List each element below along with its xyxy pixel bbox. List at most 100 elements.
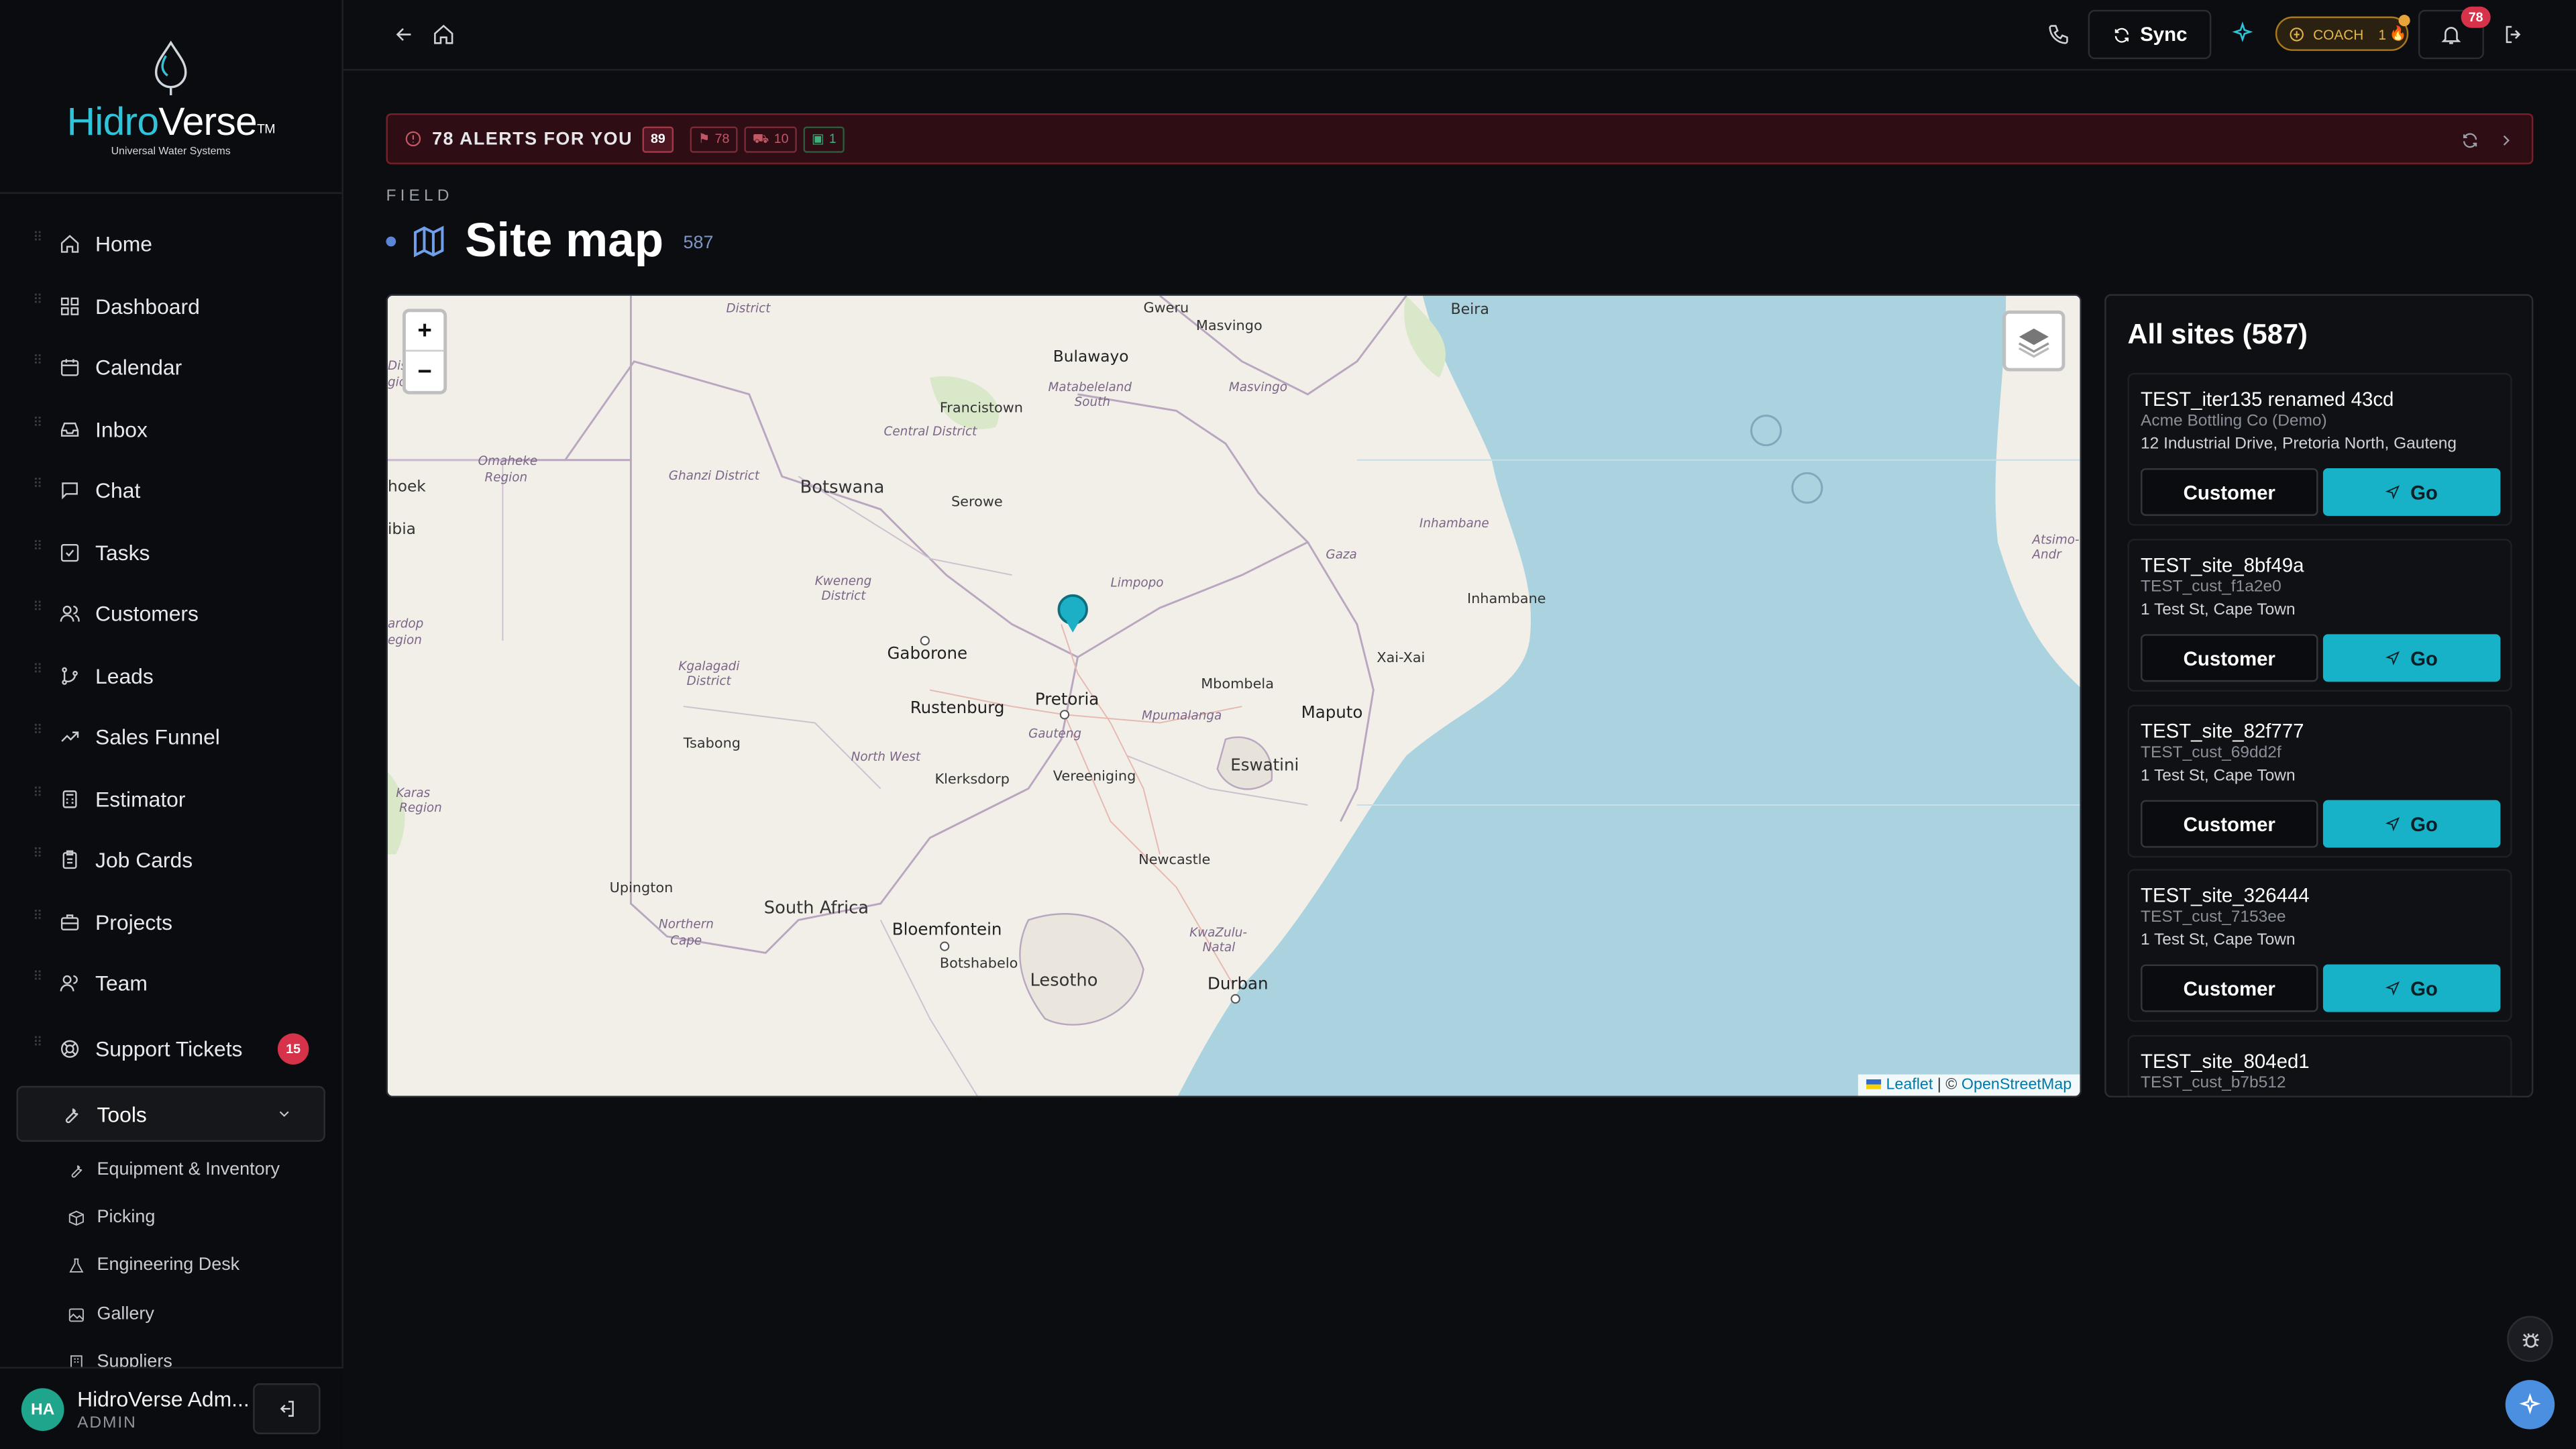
map-marker-pin[interactable] xyxy=(1057,593,1089,636)
drag-handle-icon[interactable]: ⠿ xyxy=(33,786,42,806)
drag-handle-icon[interactable]: ⠿ xyxy=(33,477,42,498)
wrench-icon xyxy=(65,1107,78,1123)
customers-icon xyxy=(60,606,80,623)
site-address: 1 Test St, Cape Town xyxy=(2141,931,2296,950)
alerts-chip-cart[interactable]: ⛟ 10 xyxy=(744,125,797,152)
sidebar-item-tasks[interactable]: ⠿ Tasks xyxy=(0,522,343,584)
drag-handle-icon[interactable]: ⠿ xyxy=(33,662,42,682)
drag-handle-icon[interactable]: ⠿ xyxy=(33,231,42,251)
sidebar-item-projects[interactable]: ⠿ Projects xyxy=(0,892,343,953)
assistant-button[interactable] xyxy=(2505,1380,2555,1430)
sidebar-item-support-tickets[interactable]: ⠿ Support Tickets 15 xyxy=(0,1018,343,1079)
map-attribution: Leaflet | © OpenStreetMap xyxy=(1858,1074,2080,1096)
calendar-icon xyxy=(60,360,79,377)
sidebar-subitem-equipment[interactable]: Equipment & Inventory xyxy=(67,1153,280,1186)
lock-icon: ▣ xyxy=(811,131,824,146)
lifebuoy-icon xyxy=(60,1039,79,1058)
avatar[interactable]: HA xyxy=(21,1388,64,1432)
site-card[interactable]: TEST_site_326444 TEST_cust_7153ee 1 Test S… xyxy=(2127,869,2512,1022)
logout-button[interactable] xyxy=(253,1383,321,1434)
drag-handle-icon[interactable]: ⠿ xyxy=(33,416,42,436)
logo[interactable]: HidroVerseTM Universal Water Systems xyxy=(0,0,342,194)
drag-handle-icon[interactable]: ⠿ xyxy=(33,1035,42,1055)
customer-button[interactable]: Customer xyxy=(2141,800,2318,848)
alerts-chip-ok[interactable]: ▣ 1 xyxy=(803,125,845,152)
flask-icon xyxy=(69,1257,84,1272)
site-name: TEST_site_804ed1 xyxy=(2141,1049,2310,1073)
sidebar-item-dashboard[interactable]: ⠿ Dashboard xyxy=(0,275,343,337)
go-button[interactable]: Go xyxy=(2322,468,2501,516)
top-bar: Sync COACH 1 🔥 78 xyxy=(343,0,2576,71)
back-arrow-icon[interactable] xyxy=(392,23,415,46)
sidebar-subitem-gallery[interactable]: Gallery xyxy=(67,1298,154,1331)
site-customer: Acme Bottling Co (Demo) xyxy=(2141,412,2327,431)
section-label: FIELD xyxy=(386,187,453,206)
drag-handle-icon[interactable]: ⠿ xyxy=(33,847,42,867)
sidebar-item-inbox[interactable]: ⠿ Inbox xyxy=(0,398,343,460)
sites-panel-title: All sites (587) xyxy=(2127,319,2308,350)
sidebar-item-sales-funnel[interactable]: ⠿ Sales Funnel xyxy=(0,706,343,768)
sync-button[interactable]: Sync xyxy=(2088,9,2212,60)
site-card[interactable]: TEST_site_82f777 TEST_cust_69dd2f 1 Test S… xyxy=(2127,704,2512,858)
user-name: HidroVerse Adm... xyxy=(77,1386,250,1411)
go-button[interactable]: Go xyxy=(2322,964,2501,1012)
wrench-icon xyxy=(71,1164,83,1177)
drag-handle-icon[interactable]: ⠿ xyxy=(33,724,42,744)
sidebar-item-team[interactable]: ⠿ Team xyxy=(0,953,343,1014)
site-card[interactable]: TEST_iter135 renamed 43cd Acme Bottling C… xyxy=(2127,372,2512,526)
navigate-icon xyxy=(2385,817,2400,832)
map-pin-icon xyxy=(1057,594,1088,633)
sidebar-item-chat[interactable]: ⠿ Chat xyxy=(0,460,343,522)
sidebar-item-leads[interactable]: ⠿ Leads xyxy=(0,645,343,706)
zoom-out-button[interactable]: − xyxy=(406,352,443,391)
site-customer: TEST_cust_f1a2e0 xyxy=(2141,578,2282,596)
home-icon[interactable] xyxy=(432,23,455,46)
sparkle-icon[interactable] xyxy=(2231,21,2254,44)
site-card[interactable]: TEST_site_804ed1TEST_cust_b7b512Customer… xyxy=(2127,1034,2512,1096)
chevron-right-icon[interactable] xyxy=(2497,131,2515,150)
osm-link[interactable]: OpenStreetMap xyxy=(1962,1076,2072,1094)
sidebar-item-label: Projects xyxy=(95,910,173,934)
tasks-icon xyxy=(60,543,79,561)
notifications-button[interactable]: 78 xyxy=(2418,6,2491,60)
sidebar-item-customers[interactable]: ⠿ Customers xyxy=(0,583,343,645)
sidebar-subitem-picking[interactable]: Picking xyxy=(67,1201,155,1234)
sidebar-item-label: Dashboard xyxy=(95,293,200,319)
site-address: 1 Test St, Cape Town xyxy=(2141,601,2296,620)
layers-button[interactable] xyxy=(2002,310,2065,372)
zoom-in-button[interactable]: + xyxy=(405,312,444,352)
refresh-icon[interactable] xyxy=(2461,131,2479,150)
alerts-chip-critical[interactable]: ⚑ 78 xyxy=(690,125,738,152)
alerts-banner[interactable]: 78 ALERTS FOR YOU 89 ⚑ 78 ⛟ 10 ▣ 1 xyxy=(386,113,2534,164)
logout-icon[interactable] xyxy=(2502,23,2525,46)
drag-handle-icon[interactable]: ⠿ xyxy=(33,600,42,621)
customer-button[interactable]: Customer xyxy=(2141,468,2318,516)
drag-handle-icon[interactable]: ⠿ xyxy=(33,970,42,990)
drag-handle-icon[interactable]: ⠿ xyxy=(33,539,42,559)
sidebar-item-label: Leads xyxy=(95,663,154,688)
sidebar-item-label: Tasks xyxy=(95,540,150,565)
inbox-icon xyxy=(60,422,79,437)
bug-report-button[interactable] xyxy=(2507,1316,2553,1362)
sidebar-item-tools[interactable]: Tools xyxy=(16,1085,325,1142)
drag-handle-icon[interactable]: ⠿ xyxy=(33,908,42,928)
sidebar-item-job-cards[interactable]: ⠿ Job Cards xyxy=(0,830,343,892)
leaflet-link[interactable]: Leaflet xyxy=(1886,1076,1933,1094)
sidebar-item-estimator[interactable]: ⠿ Estimator xyxy=(0,768,343,830)
sidebar-item-home[interactable]: ⠿ Home xyxy=(0,213,343,275)
site-map[interactable]: Gweru Masvingo Beira Bulawayo Matabelela… xyxy=(386,294,2082,1097)
go-button[interactable]: Go xyxy=(2322,634,2501,682)
drag-handle-icon[interactable]: ⠿ xyxy=(33,354,42,374)
coach-icon xyxy=(2290,27,2304,41)
customer-button[interactable]: Customer xyxy=(2141,634,2318,682)
coach-button[interactable]: COACH 1 🔥 xyxy=(2275,15,2410,51)
customer-button[interactable]: Customer xyxy=(2141,964,2318,1012)
sidebar-item-calendar[interactable]: ⠿ Calendar xyxy=(0,337,343,398)
drag-handle-icon[interactable]: ⠿ xyxy=(33,292,42,313)
site-card[interactable]: TEST_site_8bf49a TEST_cust_f1a2e0 1 Test S… xyxy=(2127,539,2512,692)
sidebar-subitem-engineering-desk[interactable]: Engineering Desk xyxy=(67,1248,239,1281)
site-address: 1 Test St, Cape Town xyxy=(2141,767,2296,786)
navigate-icon xyxy=(2385,981,2400,996)
go-button[interactable]: Go xyxy=(2322,800,2501,848)
phone-icon[interactable] xyxy=(2047,23,2070,46)
